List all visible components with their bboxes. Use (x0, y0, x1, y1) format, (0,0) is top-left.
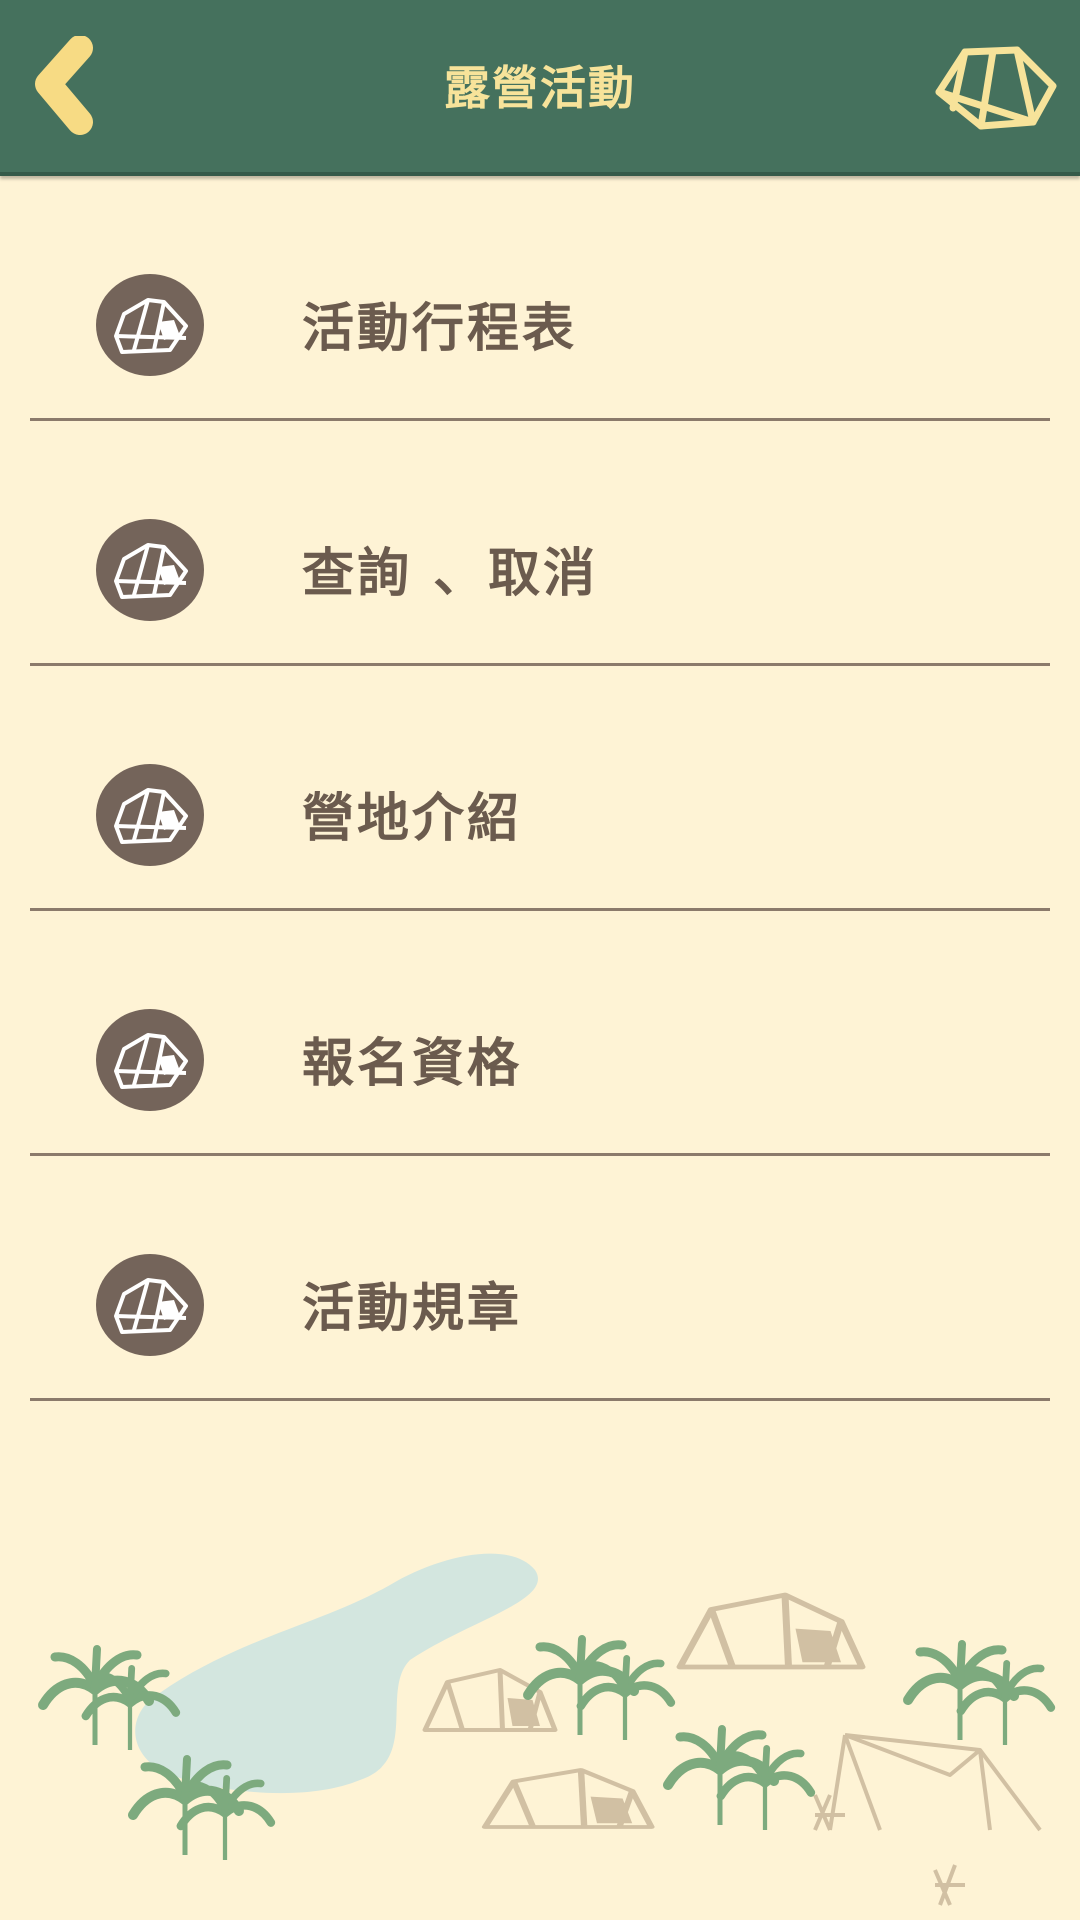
tent-icon (96, 764, 204, 866)
menu-item-rules[interactable]: 活動規章 (30, 1156, 1050, 1401)
tent-icon (96, 1009, 204, 1111)
tent-icon (96, 274, 204, 376)
campsite-scenery (0, 1553, 1080, 1906)
tent-icon (680, 1595, 862, 1667)
menu-item-label: 活動行程表 (302, 299, 578, 359)
menu-item-label: 查詢 、取消 (302, 544, 599, 604)
camp-chair-icon (813, 1794, 965, 1906)
tent-icon (96, 519, 204, 621)
app-header: 露營活動 (0, 0, 1080, 176)
page-title: 露營活動 (444, 61, 636, 115)
menu-item-label: 報名資格 (302, 1034, 523, 1094)
tent-icon (96, 1254, 204, 1356)
tent-icon (485, 1770, 651, 1827)
menu-list: 活動行程表 查詢 、取消 營地介紹 報名資格 活動規章 (0, 176, 1080, 1401)
menu-item-campsite-intro[interactable]: 營地介紹 (30, 666, 1050, 911)
tent-button[interactable] (935, 44, 1060, 132)
menu-item-schedule[interactable]: 活動行程表 (30, 176, 1050, 421)
menu-item-label: 營地介紹 (302, 789, 523, 849)
menu-item-query-cancel[interactable]: 查詢 、取消 (30, 421, 1050, 666)
menu-item-label: 活動規章 (302, 1279, 523, 1339)
menu-item-eligibility[interactable]: 報名資格 (30, 911, 1050, 1156)
tent-icon (935, 46, 1057, 130)
canopy-icon (828, 1733, 1042, 1832)
